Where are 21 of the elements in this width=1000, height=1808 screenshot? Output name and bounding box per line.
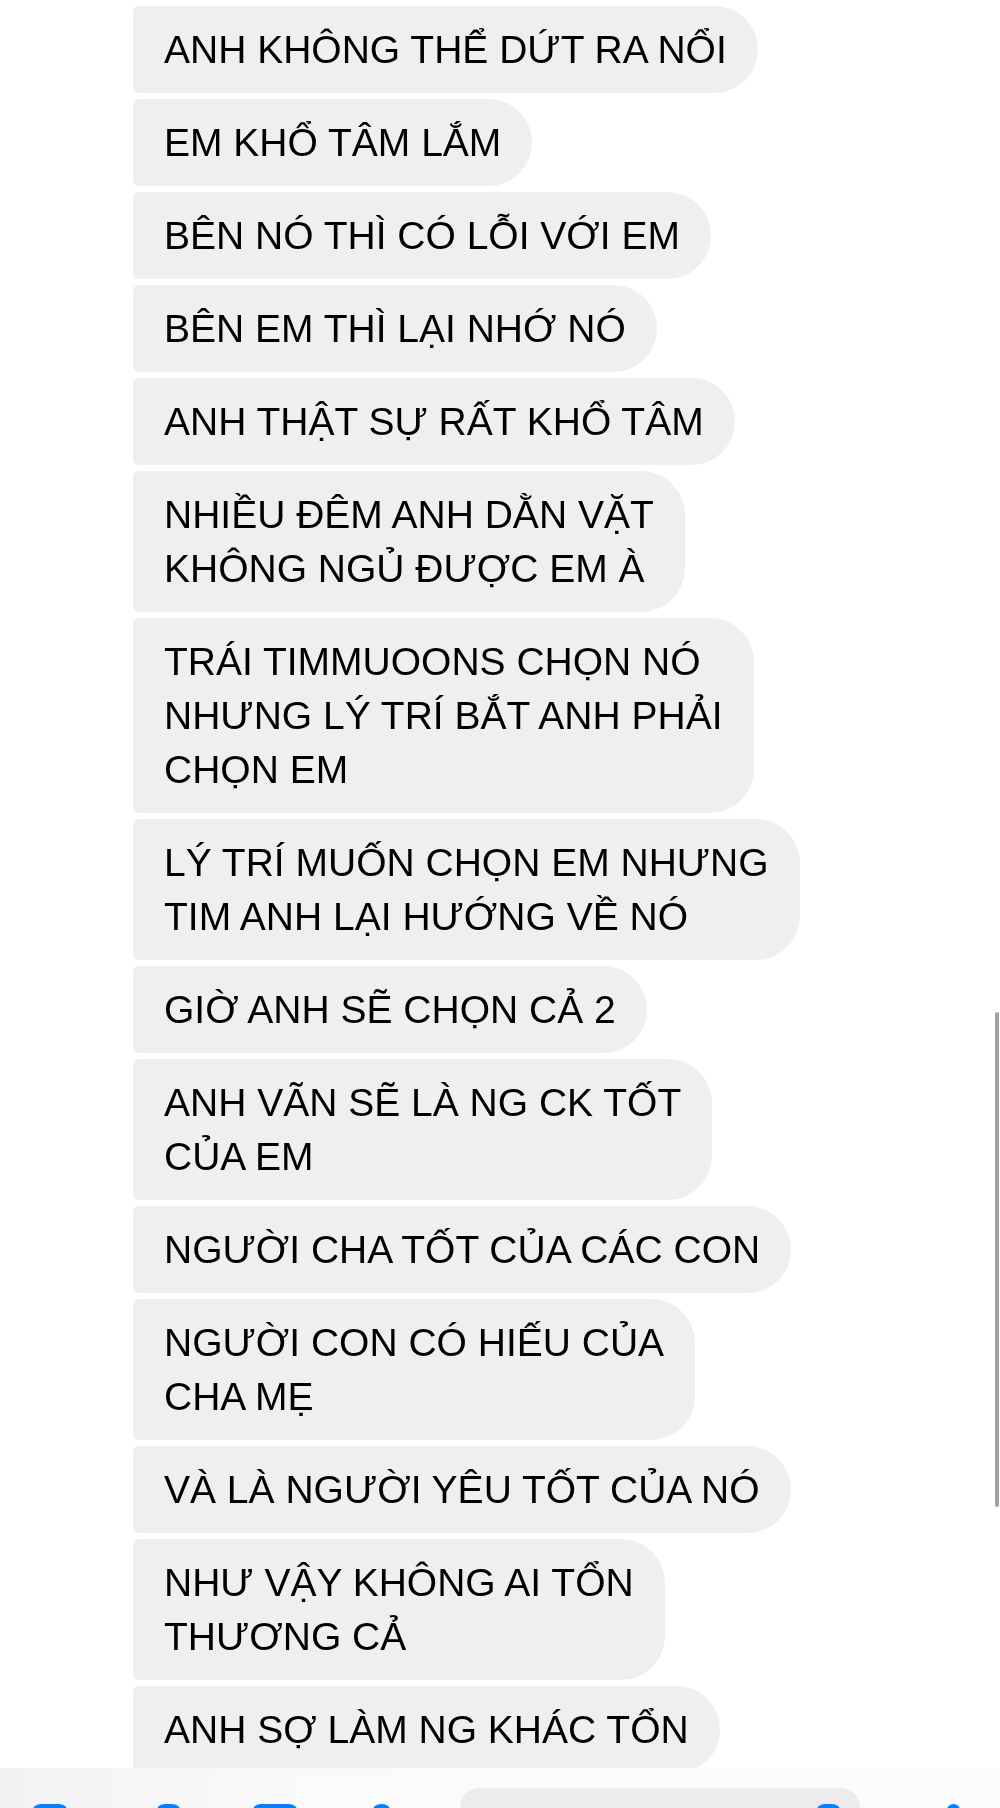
message-bubble: NGƯỜI CHA TỐT CỦA CÁC CON: [133, 1206, 792, 1293]
toolbar-icon[interactable]: [373, 1804, 390, 1808]
message-bubble: NHƯ VẬY KHÔNG AI TỔN THƯƠNG CẢ: [133, 1539, 665, 1680]
message-bubble: ANH VÃN SẼ LÀ NG CK TỐT CỦA EM: [133, 1059, 713, 1200]
message-bubble: LÝ TRÍ MUỐN CHỌN EM NHƯNG TIM ANH LẠI HƯỚNG VỀ NÓ: [133, 819, 800, 960]
message-bubble: VÀ LÀ NGƯỜI YÊU TỐT CỦA NÓ: [133, 1446, 791, 1533]
message-bubble: ANH KHÔNG THỂ DỨT RA NỔI: [133, 6, 758, 93]
message-field[interactable]: [460, 1788, 860, 1808]
message-bubble: EM KHỔ TÂM LẮM: [133, 99, 533, 186]
toolbar-icon[interactable]: [157, 1804, 180, 1808]
toolbar-icon[interactable]: [947, 1804, 960, 1808]
message-bubble: BÊN EM THÌ LẠI NHỚ NÓ: [133, 285, 657, 372]
message-bubble: NGƯỜI CON CÓ HIẾU CỦA CHA MẸ: [133, 1299, 696, 1440]
toolbar-icon[interactable]: [253, 1804, 297, 1808]
message-bubble: ANH THẬT SỰ RẤT KHỔ TÂM: [133, 378, 735, 465]
message-bubble: BÊN NÓ THÌ CÓ LỖI VỚI EM: [133, 192, 711, 279]
message-bubble: TRÁI TIMMUOONS CHỌN NÓ NHƯNG LÝ TRÍ BẮT ANH PHẢI CHỌN EM: [133, 618, 754, 813]
toolbar-icon[interactable]: [33, 1804, 67, 1808]
message-bubble: GIỜ ANH SẼ CHỌN CẢ 2: [133, 966, 647, 1053]
message-bubble: NHIỀU ĐÊM ANH DẰN VẶT KHÔNG NGỦ ĐƯỢC EM À: [133, 471, 685, 612]
field-icon[interactable]: [817, 1804, 840, 1808]
